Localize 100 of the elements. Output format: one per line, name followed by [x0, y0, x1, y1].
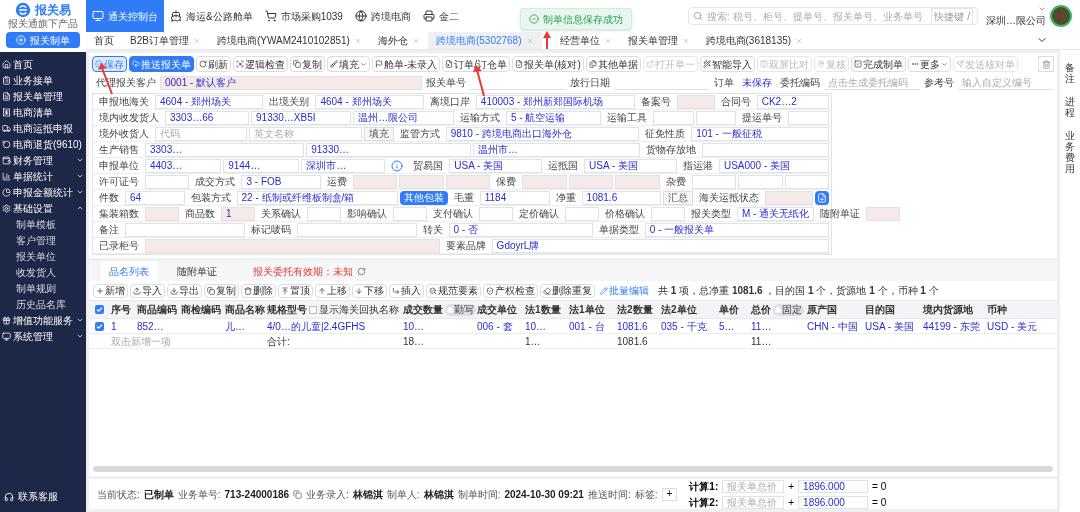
add-tag-button[interactable]: + [661, 487, 678, 501]
input-field[interactable]: 温州…限公司 [353, 110, 454, 125]
input-field[interactable]: 0 - 一般报关单 [644, 222, 830, 237]
input-field[interactable] [784, 174, 829, 189]
create-declaration-button[interactable]: 报关制单 [6, 32, 80, 48]
input-field[interactable] [788, 110, 830, 125]
input-field[interactable]: 91330…XB5I [251, 110, 352, 125]
input-field[interactable]: 3303…66 [165, 110, 250, 125]
input-field[interactable]: USA000 - 美国 [718, 158, 829, 173]
nav-tab[interactable]: 跨境电商 [348, 0, 417, 32]
avatar[interactable] [1050, 5, 1072, 27]
form-button[interactable]: 填充 [363, 126, 394, 141]
item-toolbar-button[interactable]: 新增 [93, 283, 128, 298]
input-field[interactable] [695, 110, 737, 125]
sidebar-item[interactable]: 申报金额统计 [0, 184, 86, 200]
input-field[interactable] [296, 222, 417, 237]
sidebar-subitem[interactable]: 历史品名库 [0, 296, 86, 312]
input-field[interactable]: 91330… [306, 142, 472, 157]
item-toolbar-button[interactable]: 规范要素 [426, 283, 481, 298]
toolbar-button[interactable]: 刷新 [196, 56, 231, 72]
item-toolbar-button[interactable]: 复制 [204, 283, 239, 298]
close-icon[interactable] [681, 36, 690, 45]
sidebar-subitem[interactable]: 报关单位 [0, 248, 86, 264]
input-field[interactable]: 101 - 一般征税 [691, 126, 830, 141]
input-field[interactable]: 1184 [479, 190, 550, 205]
sidebar-item[interactable]: 单据统计 [0, 168, 86, 184]
input-field[interactable]: 3303… [145, 142, 305, 157]
side-panel-tab[interactable]: 备注 [1065, 62, 1075, 84]
input-field[interactable] [651, 206, 685, 221]
sidebar-item[interactable]: 电商退货(9610) [0, 136, 86, 152]
item-toolbar-button[interactable]: 产权检查 [483, 283, 538, 298]
item-toolbar-button[interactable]: 导出 [167, 283, 202, 298]
input-field[interactable]: 9810 - 跨境电商出口海外仓 [445, 126, 640, 141]
option-checkbox[interactable] [309, 305, 317, 314]
close-icon[interactable] [192, 36, 201, 45]
sidebar-item[interactable]: 财务管理 [0, 152, 86, 168]
input-field[interactable] [565, 206, 599, 221]
sidebar-item[interactable]: 业务接单 [0, 72, 86, 88]
input-field[interactable] [653, 110, 694, 125]
nav-tab[interactable]: 金二 [416, 0, 465, 32]
page-tab[interactable]: 跨境电商(5302768) [427, 32, 542, 49]
toolbar-button[interactable]: 更多 [907, 56, 951, 72]
close-icon[interactable] [525, 36, 534, 45]
input-field[interactable]: 9144… [223, 158, 300, 173]
horizontal-scrollbar[interactable] [93, 466, 1053, 472]
nav-tab[interactable]: 通关控制台 [86, 0, 164, 32]
item-toolbar-button[interactable]: 置顶 [278, 283, 313, 298]
toolbar-button[interactable]: 其他单据 [585, 56, 641, 72]
toolbar-button[interactable]: 推送报关单 [129, 56, 194, 72]
input-field[interactable]: GdoyrL牌 [491, 238, 829, 253]
input-field[interactable]: USA - 美国 [584, 158, 677, 173]
input-field[interactable]: 0 - 否 [448, 222, 593, 237]
sidebar-subitem[interactable]: 制单模板 [0, 216, 86, 232]
delete-button[interactable] [1038, 56, 1054, 72]
item-toolbar-button[interactable]: 下移 [352, 283, 387, 298]
item-toolbar-button[interactable]: 插入 [389, 283, 424, 298]
toolbar-button[interactable]: 复制 [290, 56, 325, 72]
input-field[interactable]: 4604 - 郑州场关 [155, 94, 264, 109]
item-tab[interactable]: 随附单证 [169, 261, 225, 281]
close-icon[interactable] [603, 36, 612, 45]
item-toolbar-button[interactable]: 删除重复 [540, 283, 595, 298]
item-toolbar-button[interactable]: 上移 [315, 283, 350, 298]
form-button[interactable]: 汇总 [662, 190, 693, 205]
close-icon[interactable] [353, 36, 362, 45]
nav-tab[interactable]: 海运&公路舱单 [164, 0, 259, 32]
select-all-checkbox[interactable] [94, 305, 104, 314]
page-tab[interactable]: 海外仓 [369, 32, 428, 49]
input-field[interactable]: 5 - 航空运输 [505, 110, 601, 125]
input-field[interactable]: 温州市… [473, 142, 640, 157]
toolbar-button[interactable]: 舱单-未录入 [372, 56, 441, 72]
input-field[interactable] [125, 222, 245, 237]
support-link[interactable]: 联系客服 [18, 489, 58, 504]
copy-icon[interactable] [293, 489, 303, 499]
page-tab[interactable]: 跨境电商(YWAM2410102851) [208, 32, 370, 49]
input-field[interactable]: 1896.000 [798, 495, 869, 509]
input-field[interactable]: 报关单总价 [722, 479, 785, 493]
side-panel-tab[interactable]: 业务费用 [1065, 130, 1075, 174]
sidebar-item[interactable]: 电商清单 [0, 104, 86, 120]
input-field[interactable]: 22 - 纸制或纤维板制盒/箱 [236, 190, 398, 205]
package-button[interactable]: 其他包装 [399, 190, 448, 205]
input-field[interactable] [145, 174, 190, 189]
toolbar-button[interactable]: 智能导入 [699, 56, 755, 72]
toolbar-button[interactable]: 逻辑检查 [233, 56, 288, 72]
input-field[interactable]: M - 通关无纸化 [737, 206, 815, 221]
input-field[interactable]: 4403… [145, 158, 222, 173]
item-tab[interactable]: 品名列表 [101, 261, 157, 281]
item-toolbar-button[interactable]: 删除 [241, 283, 276, 298]
sidebar-subitem[interactable]: 制单规则 [0, 280, 86, 296]
sidebar-item[interactable]: 电商运抵申报 [0, 120, 86, 136]
page-tab[interactable]: 报关单管理 [619, 32, 698, 49]
input-field[interactable] [479, 206, 513, 221]
sidebar-item[interactable]: 报关单管理 [0, 88, 86, 104]
document-button[interactable] [815, 190, 829, 205]
input-field[interactable]: 4604 - 郑州场关 [315, 94, 424, 109]
page-tab[interactable]: 跨境电商(3618135) [697, 32, 812, 49]
input-field[interactable]: 1896.000 [798, 479, 869, 493]
close-icon[interactable] [795, 36, 804, 45]
info-icon[interactable] [391, 159, 404, 172]
input-field[interactable]: USA - 美国 [449, 158, 543, 173]
sidebar-item[interactable]: 首页 [0, 56, 86, 72]
